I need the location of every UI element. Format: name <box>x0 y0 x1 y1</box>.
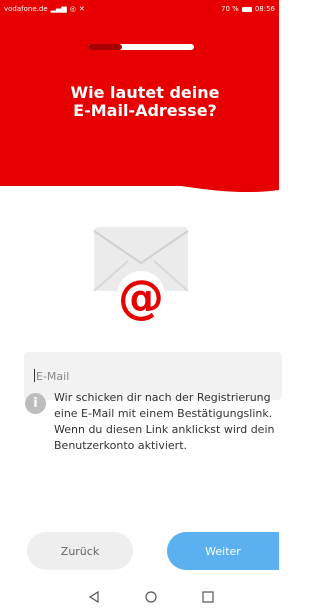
page-title: Wie lautet deine E-Mail-Adresse? <box>40 84 250 120</box>
back-triangle-icon[interactable] <box>88 591 100 603</box>
email-envelope-at-icon: @ <box>93 227 189 321</box>
progress-bar <box>88 44 194 50</box>
home-circle-icon[interactable] <box>145 591 157 603</box>
info-line-1: Wir schicken dir nach der Registrierung <box>54 391 271 404</box>
signal-icon: ▂▄▆ <box>50 5 67 13</box>
status-bar: vodafone.de ▂▄▆ ◎ ✕ 70 % 08:56 <box>0 0 279 18</box>
info-line-3: Wenn du diesen Link anklickst wird dein <box>54 423 275 436</box>
whatsapp-icon: ◎ <box>69 5 76 13</box>
info-line-4: Benutzerkonto aktiviert. <box>54 439 187 452</box>
info-icon: i <box>25 393 46 414</box>
page-title-line-2: E-Mail-Adresse? <box>73 101 217 120</box>
info-text: Wir schicken dir nach der Registrierung … <box>54 390 279 454</box>
no-sim-icon: ✕ <box>78 5 85 13</box>
battery-percent: 70 % <box>221 5 239 13</box>
clock: 08:56 <box>254 5 275 13</box>
recents-square-icon[interactable] <box>202 591 214 603</box>
next-button[interactable]: Weiter <box>167 532 279 570</box>
battery-icon <box>241 6 252 12</box>
navigation-bar <box>0 585 279 610</box>
info-line-2: eine E-Mail mit einem Bestätigungslink. <box>54 407 273 420</box>
header-curve <box>0 120 279 193</box>
text-cursor <box>34 369 35 382</box>
progress-bar-fill <box>88 44 122 50</box>
page-title-line-1: Wie lautet deine <box>70 83 220 102</box>
svg-text:@: @ <box>118 270 164 321</box>
carrier-label: vodafone.de <box>4 5 48 13</box>
back-button[interactable]: Zurück <box>27 532 133 570</box>
